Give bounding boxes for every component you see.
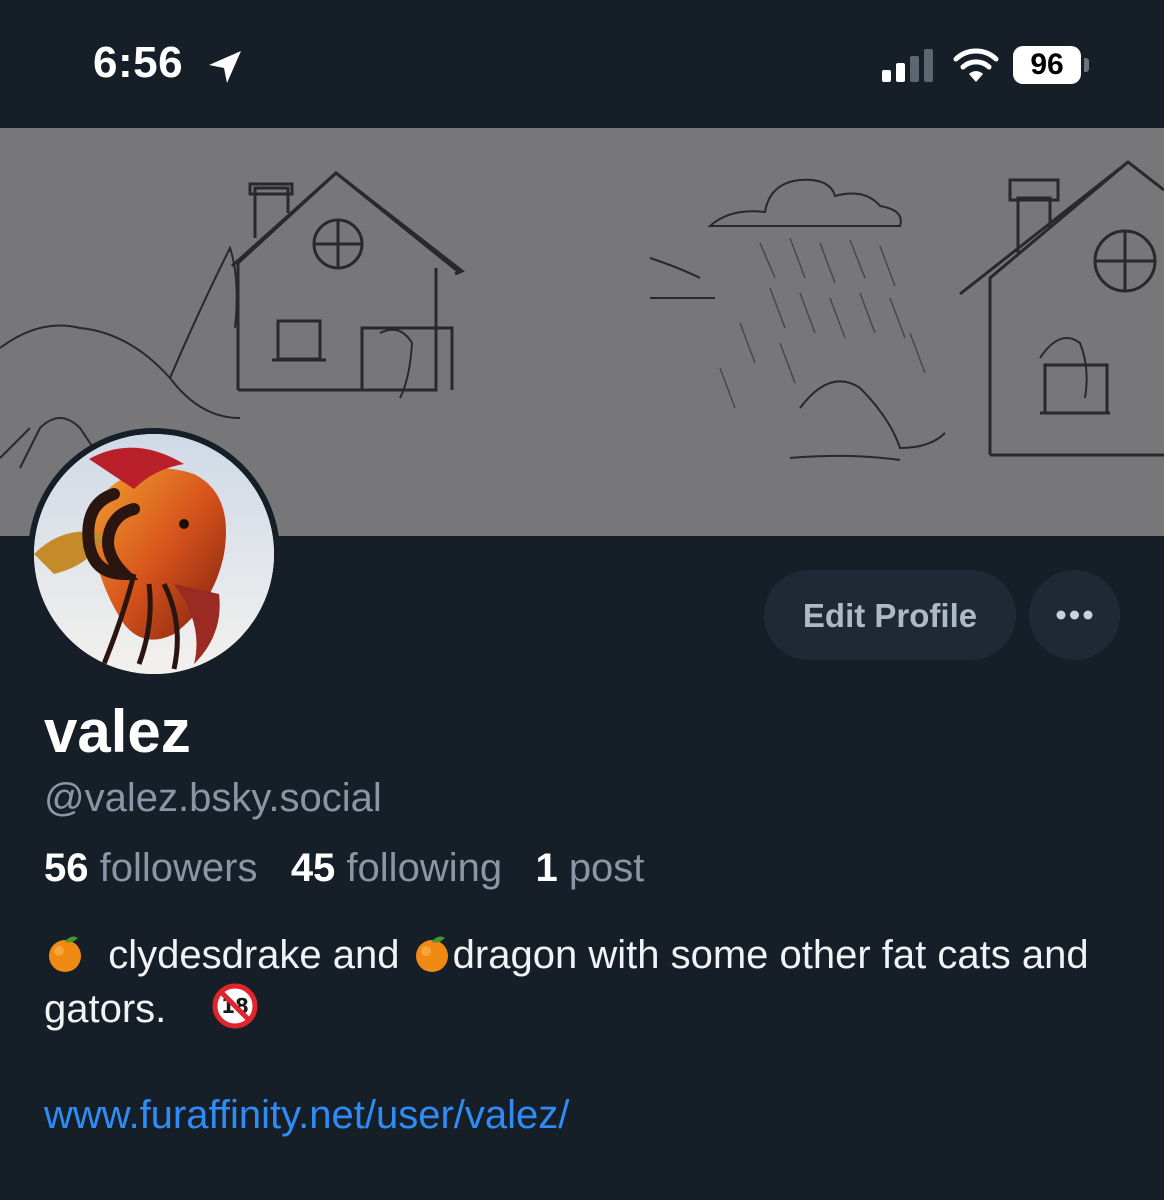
following-count: 45 — [290, 846, 336, 890]
profile-website-link[interactable]: www.furaffinity.net/user/valez/ — [44, 1093, 569, 1138]
followers-count: 56 — [44, 846, 89, 890]
status-bar: 6:56 96 — [0, 0, 1164, 128]
orange-emoji-icon — [49, 936, 81, 972]
battery-tip — [1084, 58, 1089, 72]
avatar[interactable] — [28, 428, 280, 680]
followers-stat[interactable]: 56 followers — [44, 846, 257, 890]
following-label: following — [346, 846, 503, 890]
more-dots-icon — [1056, 610, 1093, 620]
display-name: valez — [44, 698, 191, 765]
no-under-18-emoji-icon: 18 — [212, 983, 258, 1029]
more-options-button[interactable] — [1029, 570, 1120, 660]
orange-emoji-icon — [415, 936, 448, 972]
posts-stat: 1 post — [535, 846, 644, 890]
status-time: 6:56 — [93, 38, 184, 87]
dragon-avatar-illustration — [34, 434, 274, 674]
profile-stats: 56 followers 45 following 1 post — [44, 846, 644, 891]
profile-bio: clydesdrake and dragon with some other f… — [44, 928, 1134, 1036]
signal-icon — [882, 49, 933, 82]
posts-label: post — [568, 846, 645, 890]
profile-handle: @valez.bsky.social — [44, 776, 382, 820]
following-stat[interactable]: 45 following — [291, 846, 502, 890]
followers-label: followers — [99, 846, 258, 890]
posts-count: 1 — [535, 846, 558, 890]
wifi-icon — [953, 48, 999, 82]
edit-profile-button[interactable]: Edit Profile — [764, 570, 1016, 660]
location-arrow-icon — [209, 51, 241, 83]
bio-text-part1: clydesdrake and — [108, 933, 400, 977]
avatar-image — [34, 434, 274, 674]
battery-icon: 96 — [1013, 46, 1081, 84]
